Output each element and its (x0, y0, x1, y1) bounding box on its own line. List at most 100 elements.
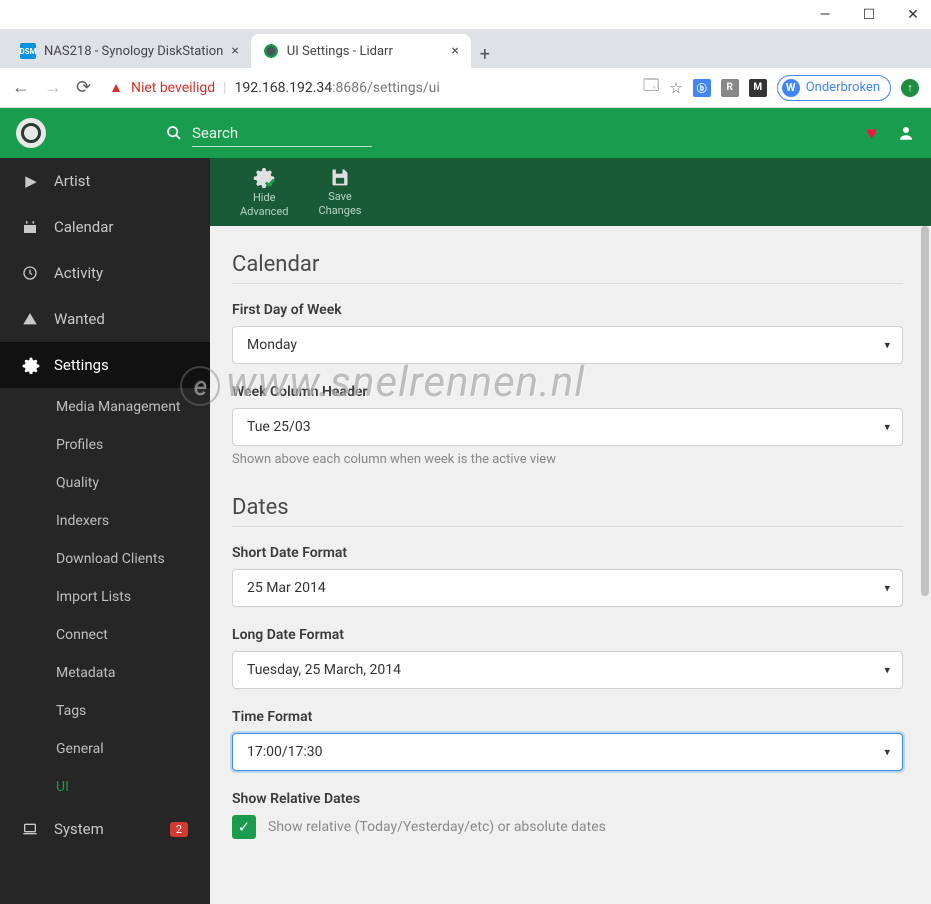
sidebar-label: Settings (54, 356, 109, 374)
settings-scroll[interactable]: Calendar First Day of Week Monday Week C… (210, 226, 931, 904)
sync-up-icon[interactable]: ↑ (901, 79, 919, 97)
clock-icon (22, 265, 40, 281)
url-field[interactable]: ▲ Niet beveiligd | 192.168.192.34:8686/s… (105, 79, 629, 96)
short-date-label: Short Date Format (232, 545, 903, 561)
address-bar: ← → ⟳ ▲ Niet beveiligd | 192.168.192.34:… (0, 68, 931, 108)
sidebar-sub-metadata[interactable]: Metadata (0, 654, 210, 692)
tab-synology[interactable]: DSM NAS218 - Synology DiskStation × (8, 34, 251, 68)
settings-toolbar: HideAdvanced SaveChanges (210, 158, 931, 226)
week-header-select[interactable]: Tue 25/03 (232, 408, 903, 446)
field-week-header: Week Column Header Tue 25/03 Shown above… (232, 384, 903, 467)
tool-label: HideAdvanced (240, 191, 288, 217)
sidebar-label: Activity (54, 264, 103, 282)
long-date-select[interactable]: Tuesday, 25 March, 2014 (232, 651, 903, 689)
first-day-label: First Day of Week (232, 302, 903, 318)
url-port: :8686 (332, 80, 367, 96)
long-date-label: Long Date Format (232, 627, 903, 643)
window-controls: — ☐ ✕ (0, 0, 931, 30)
translate-icon[interactable]: 🗔 (643, 75, 659, 100)
short-date-select[interactable]: 25 Mar 2014 (232, 569, 903, 607)
profile-avatar-icon: W (782, 79, 800, 97)
field-short-date: Short Date Format 25 Mar 2014 (232, 545, 903, 607)
sidebar-sub-profiles[interactable]: Profiles (0, 426, 210, 464)
url-separator: | (223, 80, 226, 96)
forward-button[interactable]: → (44, 77, 62, 98)
field-relative-dates: Show Relative Dates ✓ Show relative (Tod… (232, 791, 903, 839)
reload-button[interactable]: ⟳ (76, 77, 91, 98)
section-calendar-title: Calendar (232, 252, 903, 284)
browser-tab-strip: DSM NAS218 - Synology DiskStation × UI S… (0, 30, 931, 68)
back-button[interactable]: ← (12, 77, 30, 98)
sidebar-sub-tags[interactable]: Tags (0, 692, 210, 730)
url-path: /settings/ui (367, 80, 440, 96)
system-badge: 2 (170, 822, 188, 837)
search-wrap (166, 120, 372, 147)
time-format-select[interactable]: 17:00/17:30 (232, 733, 903, 771)
lidarr-logo-icon[interactable] (16, 118, 46, 148)
tab-lidarr[interactable]: UI Settings - Lidarr × (251, 34, 471, 68)
sidebar-label: Artist (54, 172, 90, 190)
time-format-label: Time Format (232, 709, 903, 725)
tab-title: NAS218 - Synology DiskStation (44, 44, 223, 59)
field-first-day: First Day of Week Monday (232, 302, 903, 364)
dsm-favicon-icon: DSM (20, 43, 36, 59)
maximize-button[interactable]: ☐ (859, 7, 879, 23)
user-menu-icon[interactable] (897, 124, 915, 142)
minimize-button[interactable]: — (815, 7, 835, 23)
profile-status: Onderbroken (806, 80, 880, 95)
url-host: 192.168.192.34 (235, 80, 333, 96)
sidebar-item-activity[interactable]: Activity (0, 250, 210, 296)
search-input[interactable] (192, 120, 372, 147)
sidebar-item-system[interactable]: System 2 (0, 806, 210, 852)
relative-dates-label: Show Relative Dates (232, 791, 903, 807)
section-dates-title: Dates (232, 495, 903, 527)
calendar-icon (22, 219, 40, 235)
gear-icon (22, 356, 40, 374)
hide-advanced-button[interactable]: HideAdvanced (240, 166, 288, 217)
warning-icon (22, 311, 40, 327)
first-day-select[interactable]: Monday (232, 326, 903, 364)
sidebar-label: Calendar (54, 218, 114, 236)
relative-dates-help: Show relative (Today/Yesterday/etc) or a… (268, 819, 606, 835)
sidebar-label: Wanted (54, 310, 105, 328)
profile-chip[interactable]: W Onderbroken (777, 75, 891, 101)
relative-dates-checkbox[interactable]: ✓ (232, 815, 256, 839)
sidebar-sub-quality[interactable]: Quality (0, 464, 210, 502)
sidebar-sub-ui[interactable]: UI (0, 768, 210, 806)
address-bar-actions: 🗔 ☆ ⓑ R M W Onderbroken ↑ (643, 75, 919, 101)
sidebar-item-artist[interactable]: ▶ Artist (0, 158, 210, 204)
donate-heart-icon[interactable]: ♥ (866, 123, 877, 144)
week-header-help: Shown above each column when week is the… (232, 452, 903, 467)
app-header: ♥ (0, 108, 931, 158)
close-tab-icon[interactable]: × (231, 43, 238, 59)
tab-title: UI Settings - Lidarr (287, 44, 393, 59)
play-icon: ▶ (22, 172, 40, 190)
sidebar-sub-connect[interactable]: Connect (0, 616, 210, 654)
field-long-date: Long Date Format Tuesday, 25 March, 2014 (232, 627, 903, 689)
new-tab-button[interactable]: + (471, 40, 499, 68)
extension-r-icon[interactable]: R (721, 79, 739, 97)
extension-b-icon[interactable]: ⓑ (693, 79, 711, 97)
sidebar-sub-import-lists[interactable]: Import Lists (0, 578, 210, 616)
sidebar-sub-media-management[interactable]: Media Management (0, 388, 210, 426)
sidebar-sub-indexers[interactable]: Indexers (0, 502, 210, 540)
content-area: HideAdvanced SaveChanges Calendar First … (210, 158, 931, 904)
insecure-warning-icon: ▲ (109, 79, 123, 96)
close-window-button[interactable]: ✕ (903, 7, 923, 23)
bookmark-star-icon[interactable]: ☆ (669, 79, 682, 97)
extension-m-icon[interactable]: M (749, 79, 767, 97)
sidebar-label: System (54, 820, 104, 838)
search-icon (166, 125, 182, 141)
laptop-icon (22, 821, 40, 837)
sidebar-sub-general[interactable]: General (0, 730, 210, 768)
close-tab-icon[interactable]: × (451, 43, 458, 59)
sidebar-sub-download-clients[interactable]: Download Clients (0, 540, 210, 578)
field-time-format: Time Format 17:00/17:30 (232, 709, 903, 771)
save-icon (330, 167, 350, 187)
sidebar-item-wanted[interactable]: Wanted (0, 296, 210, 342)
sidebar-item-settings[interactable]: Settings (0, 342, 210, 388)
scrollbar-thumb[interactable] (921, 226, 929, 596)
sidebar-item-calendar[interactable]: Calendar (0, 204, 210, 250)
security-warning-text: Niet beveiligd (131, 80, 215, 96)
save-changes-button[interactable]: SaveChanges (318, 167, 361, 216)
